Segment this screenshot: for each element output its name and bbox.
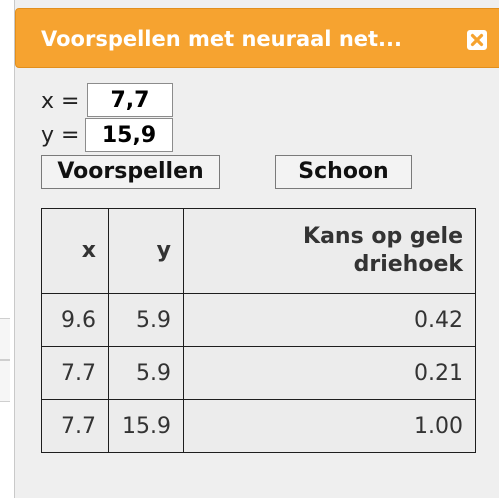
close-button[interactable] (467, 30, 487, 50)
cell-probability: 0.42 (183, 293, 476, 347)
background-fragment (0, 318, 10, 360)
table-row: 7.7 15.9 1.00 (41, 399, 476, 453)
cell-y: 15.9 (108, 399, 184, 453)
cell-x: 7.7 (41, 399, 109, 453)
cell-x: 7.7 (41, 346, 109, 400)
background-page-edge (0, 0, 15, 498)
cell-x: 9.6 (41, 293, 109, 347)
table-row: 7.7 5.9 0.21 (41, 346, 476, 400)
background-fragment (0, 360, 10, 402)
column-header-y: y (108, 208, 184, 294)
cell-y: 5.9 (108, 346, 184, 400)
predict-button[interactable]: Voorspellen (41, 155, 220, 189)
cell-probability: 0.21 (183, 346, 476, 400)
column-header-probability: Kans op gele driehoek (183, 208, 476, 294)
y-label: y = (41, 123, 80, 148)
x-label: x = (41, 89, 80, 114)
dialog-title: Voorspellen met neuraal net... (41, 27, 402, 51)
column-header-x: x (41, 208, 109, 294)
y-input[interactable] (85, 118, 173, 152)
table-row: 9.6 5.9 0.42 (41, 293, 476, 347)
cell-probability: 1.00 (183, 399, 476, 453)
clear-button[interactable]: Schoon (275, 155, 412, 189)
results-table: x y Kans op gele driehoek 9.6 5.9 0.42 7… (41, 208, 476, 453)
close-icon (470, 33, 484, 47)
x-input[interactable] (87, 83, 173, 117)
dialog-titlebar[interactable]: Voorspellen met neuraal net... (15, 8, 499, 68)
prediction-dialog: Voorspellen met neuraal net... x = y = V… (14, 0, 499, 498)
cell-y: 5.9 (108, 293, 184, 347)
table-header-row: x y Kans op gele driehoek (41, 208, 476, 294)
